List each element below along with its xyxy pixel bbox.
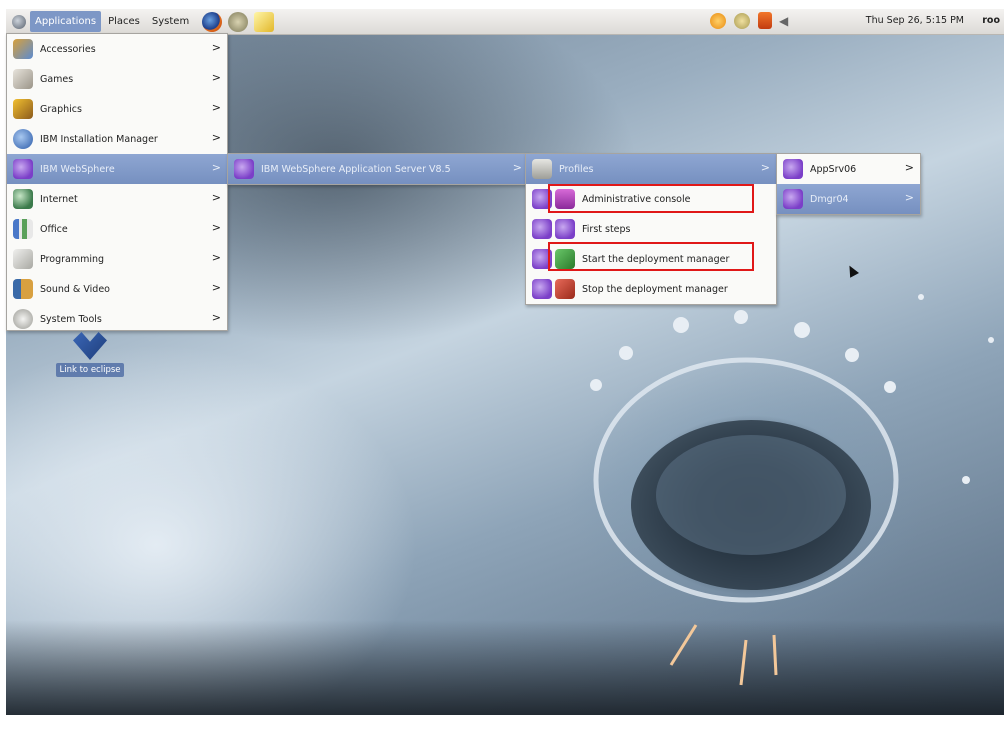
notes-icon[interactable]	[254, 11, 275, 32]
ibm-installation-manager-icon	[13, 129, 33, 149]
menu-item-label: IBM Installation Manager	[40, 133, 158, 145]
menu-item-label: IBM WebSphere	[40, 163, 115, 175]
submenu-arrow-icon: >	[904, 191, 914, 204]
profile-icon	[783, 189, 803, 209]
submenu-arrow-icon: >	[211, 71, 221, 84]
menu-item-games[interactable]: Games >	[7, 64, 227, 94]
first-steps-icon	[555, 219, 575, 239]
menu-item-label: Games	[40, 73, 74, 85]
submenu-arrow-icon: >	[211, 131, 221, 144]
volume-icon[interactable]: ◀	[779, 13, 793, 29]
programming-icon	[13, 249, 33, 269]
menu-item-label: Programming	[40, 253, 105, 265]
submenu-arrow-icon: >	[211, 101, 221, 114]
update-notifier-icon[interactable]	[710, 13, 726, 29]
email-client-icon[interactable]	[228, 11, 249, 32]
internet-globe-icon	[13, 189, 33, 209]
menu-item-sound-video[interactable]: Sound & Video >	[7, 274, 227, 304]
profile-icon	[783, 159, 803, 179]
menu-item-label: AppSrv06	[810, 163, 857, 175]
menu-item-dmgr04[interactable]: Dmgr04 >	[777, 184, 920, 214]
menu-item-ibm-websphere[interactable]: IBM WebSphere >	[7, 154, 227, 184]
menu-item-system-tools[interactable]: System Tools >	[7, 304, 227, 334]
applications-menu[interactable]: Applications	[30, 11, 102, 32]
websphere-icon	[532, 219, 552, 239]
places-menu[interactable]: Places	[103, 11, 145, 32]
submenu-arrow-icon: >	[211, 191, 221, 204]
submenu-arrow-icon: >	[211, 251, 221, 264]
firefox-icon[interactable]	[202, 11, 223, 32]
network-icon[interactable]	[734, 13, 750, 29]
submenu-arrow-icon: >	[211, 41, 221, 54]
websphere-icon	[13, 159, 33, 179]
menu-item-label: Office	[40, 223, 68, 235]
submenu-arrow-icon: >	[211, 281, 221, 294]
system-tools-icon	[13, 309, 33, 329]
top-panel: Applications Places System ◀ Thu Sep 26,…	[6, 9, 1004, 35]
system-menu[interactable]: System	[147, 11, 194, 32]
menu-item-label: Sound & Video	[40, 283, 110, 295]
menu-item-label: IBM WebSphere Application Server V8.5	[261, 163, 451, 175]
security-alert-icon[interactable]	[758, 12, 772, 29]
menu-item-label: Accessories	[40, 43, 96, 55]
menu-item-profiles[interactable]: Profiles >	[526, 154, 776, 184]
games-icon	[13, 69, 33, 89]
menu-item-ibm-installation-manager[interactable]: IBM Installation Manager >	[7, 124, 227, 154]
menu-item-label: Graphics	[40, 103, 82, 115]
applications-dropdown: Accessories > Games > Graphics > IBM Ins…	[6, 33, 228, 331]
office-icon	[13, 219, 33, 239]
menu-item-stop-deployment-manager[interactable]: Stop the deployment manager	[526, 274, 776, 304]
annotation-highlight-admin-console	[548, 184, 754, 213]
submenu-arrow-icon: >	[512, 161, 522, 174]
menu-item-label: System Tools	[40, 313, 102, 325]
submenu-arrow-icon: >	[211, 311, 221, 324]
desktop-shortcut-eclipse[interactable]: Link to eclipse	[48, 332, 132, 377]
menu-item-label: Profiles	[559, 163, 594, 175]
desktop-shortcut-label: Link to eclipse	[56, 363, 124, 377]
menu-item-appsrv06[interactable]: AppSrv06 >	[777, 154, 920, 184]
eclipse-icon	[73, 332, 107, 360]
menu-item-label: Dmgr04	[810, 193, 849, 205]
submenu-arrow-icon: >	[211, 161, 221, 174]
menu-item-accessories[interactable]: Accessories >	[7, 34, 227, 64]
menu-item-websphere-application-server[interactable]: IBM WebSphere Application Server V8.5 >	[228, 154, 528, 184]
menu-item-internet[interactable]: Internet >	[7, 184, 227, 214]
gnome-foot-icon	[12, 14, 26, 29]
websphere-submenu: IBM WebSphere Application Server V8.5 >	[227, 153, 529, 185]
folder-icon	[532, 159, 552, 179]
stop-server-icon	[555, 279, 575, 299]
annotation-highlight-start-deployment-manager	[548, 242, 754, 271]
submenu-arrow-icon: >	[760, 161, 770, 174]
menu-item-label: Internet	[40, 193, 78, 205]
menu-item-graphics[interactable]: Graphics >	[7, 94, 227, 124]
sound-video-icon	[13, 279, 33, 299]
submenu-arrow-icon: >	[904, 161, 914, 174]
menu-item-label: First steps	[582, 223, 631, 235]
accessories-icon	[13, 39, 33, 59]
websphere-icon	[234, 159, 254, 179]
menu-item-label: Stop the deployment manager	[582, 283, 728, 295]
user-menu[interactable]: roo	[982, 15, 1000, 26]
menu-item-first-steps[interactable]: First steps	[526, 214, 776, 244]
graphics-icon	[13, 99, 33, 119]
websphere-icon	[532, 279, 552, 299]
profiles-submenu: AppSrv06 > Dmgr04 >	[776, 153, 921, 215]
menu-item-office[interactable]: Office >	[7, 214, 227, 244]
submenu-arrow-icon: >	[211, 221, 221, 234]
clock[interactable]: Thu Sep 26, 5:15 PM	[866, 15, 964, 26]
menu-item-programming[interactable]: Programming >	[7, 244, 227, 274]
was-submenu: Profiles > Administrative console First …	[525, 153, 777, 305]
